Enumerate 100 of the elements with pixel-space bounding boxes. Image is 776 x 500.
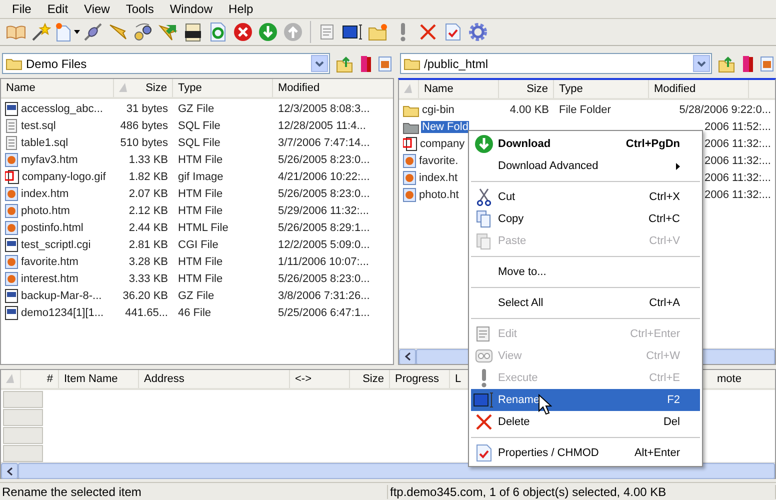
web-file-icon	[5, 187, 18, 202]
scissors-icon	[477, 188, 491, 206]
menu-item[interactable]: Move to...	[471, 261, 700, 283]
file-type: HTM File	[177, 273, 224, 286]
file-size: 3.33 KB	[128, 273, 169, 286]
file-modified: 5/29/2006 11:32:...	[277, 205, 370, 218]
menu-item[interactable]: Download Ctrl+PgDn	[471, 133, 700, 155]
sort-icon	[119, 83, 127, 92]
file-name[interactable]: photo.ht	[418, 189, 460, 202]
file-modified: 1/11/2006 10:07:...	[277, 256, 370, 268]
file-name[interactable]: postinfo.html	[20, 222, 84, 234]
menu-item[interactable]: Edit	[39, 2, 76, 16]
file-icon	[5, 102, 18, 116]
column-header[interactable]: Type	[554, 80, 649, 98]
path-dropdown[interactable]: /public_html	[400, 53, 712, 74]
path-dropdown[interactable]: Demo Files	[2, 53, 330, 74]
menu-item[interactable]: Properties / CHMOD Alt+Enter	[471, 442, 700, 464]
column-header[interactable]: Item Name	[59, 370, 139, 388]
file-type: CGI File	[177, 239, 220, 252]
magic-wand-icon	[31, 22, 51, 42]
file-name[interactable]: myfav3.htm	[20, 154, 79, 166]
file-name[interactable]: company	[419, 138, 466, 150]
web-file-icon	[403, 171, 416, 186]
file-name[interactable]: test_scriptl.cgi	[20, 239, 92, 252]
properties-icon	[476, 444, 492, 462]
caret-icon	[74, 30, 80, 34]
row-header[interactable]	[3, 408, 43, 426]
file-name[interactable]: test.sql	[20, 120, 57, 132]
file-name[interactable]: company-logo.gif	[21, 171, 107, 184]
folder-up-icon	[718, 54, 736, 73]
column-header[interactable]: Name	[419, 80, 499, 98]
column-header[interactable]: Address	[139, 370, 290, 388]
file-type: SQL File	[177, 120, 222, 132]
web-file-icon	[5, 221, 18, 236]
file-modified: 5/26/2005 8:23:0...	[277, 188, 371, 200]
menu-item[interactable]: File	[4, 2, 40, 16]
scroll-left-button[interactable]	[399, 348, 416, 364]
file-name[interactable]: backup-Mar-8-...	[20, 290, 103, 302]
scrollbar-thumb[interactable]	[18, 463, 775, 480]
file-size: 36.20 KB	[122, 290, 169, 302]
row-header[interactable]	[3, 390, 43, 408]
file-name[interactable]: interest.htm	[20, 273, 80, 286]
web-file-icon	[5, 153, 18, 168]
file-modified: 5/25/2006 6:47:1...	[277, 307, 371, 320]
menu-item[interactable]: View	[76, 2, 118, 16]
column-header[interactable]: Name	[1, 78, 114, 97]
file-modified: 5/26/2005 8:29:1...	[277, 222, 371, 234]
sort-icon	[404, 84, 412, 94]
menu-item[interactable]: Help	[220, 2, 262, 16]
file-size: 3.28 KB	[128, 256, 169, 268]
file-size: 1.82 KB	[128, 171, 169, 184]
menu-item[interactable]: Download Advanced	[471, 155, 700, 177]
file-icon	[5, 289, 18, 304]
file-name[interactable]: table1.sql	[20, 137, 70, 150]
plug-icon	[83, 22, 103, 42]
menu-item[interactable]: Rename F2	[471, 389, 700, 411]
menu-item[interactable]: Select All Ctrl+A	[471, 292, 700, 314]
column-header[interactable]: Type	[173, 78, 273, 97]
file-type: File Folder	[558, 104, 612, 116]
column-header[interactable]: <->	[290, 370, 350, 388]
column-header[interactable]: #	[21, 370, 59, 388]
delete-icon	[475, 413, 493, 431]
menu-item[interactable]: Cut Ctrl+X	[471, 186, 700, 208]
column-header[interactable]: Progress	[390, 370, 450, 388]
web-file-icon	[5, 204, 18, 218]
file-name[interactable]: photo.htm	[20, 205, 71, 218]
file-type: GZ File	[177, 103, 216, 116]
file-name[interactable]: New Fold	[421, 121, 470, 134]
properties-icon	[445, 22, 461, 41]
column-header[interactable]: Modified	[273, 78, 393, 97]
column-header[interactable]: Modified	[649, 80, 749, 98]
column-header[interactable]: Size	[499, 80, 554, 98]
file-name[interactable]: index.htm	[20, 188, 70, 200]
file-modified: 2006 11:32:...	[704, 155, 772, 168]
column-header[interactable]: Size	[350, 370, 390, 388]
file-name[interactable]: cgi-bin	[421, 104, 456, 116]
menu-item[interactable]: Copy Ctrl+C	[471, 208, 700, 230]
arrow-icon	[108, 22, 128, 42]
scroll-left-button[interactable]	[1, 463, 18, 480]
web-file-icon	[5, 272, 18, 286]
file-modified: 12/28/2005 11:4...	[277, 120, 367, 132]
file-modified: 3/7/2006 7:47:14...	[277, 137, 371, 150]
menu-item[interactable]: Tools	[118, 2, 162, 16]
menu-item[interactable]: Window	[162, 2, 221, 16]
column-header[interactable]: Size	[114, 78, 173, 97]
row-header[interactable]	[3, 426, 43, 444]
file-modified: 2006 11:32:...	[704, 138, 772, 150]
file-name[interactable]: index.ht	[418, 172, 459, 184]
menu-item[interactable]: Delete Del	[471, 411, 700, 433]
cursor-icon	[538, 394, 552, 416]
column-header[interactable]: mote	[713, 370, 775, 388]
submenu-arrow-icon	[676, 162, 680, 170]
file-name[interactable]: favorite.htm	[20, 256, 80, 268]
file-name[interactable]: favorite.	[418, 155, 460, 168]
file-name[interactable]: demo1234[1][1...	[20, 307, 105, 320]
file-size: 2.07 KB	[128, 188, 169, 200]
file-size: 2.81 KB	[128, 239, 169, 252]
exclamation-icon	[398, 22, 408, 42]
file-name[interactable]: accesslog_abc...	[20, 103, 104, 116]
bookmark-icon	[742, 54, 754, 73]
